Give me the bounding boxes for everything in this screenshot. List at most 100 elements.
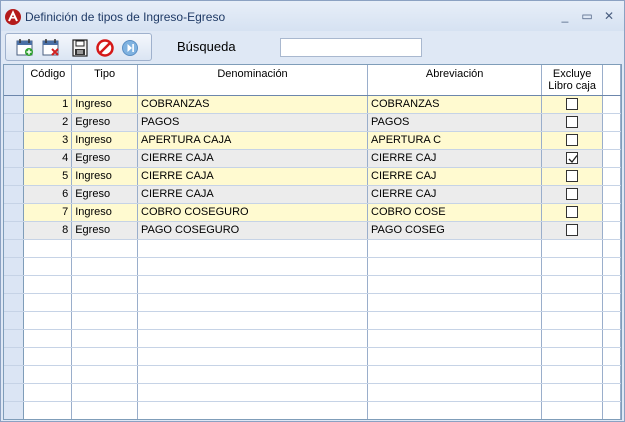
row-selector[interactable] [4,239,25,258]
empty-row[interactable] [4,329,621,348]
empty-cell[interactable] [23,257,73,276]
delete-record-icon[interactable] [41,38,61,58]
cell-codigo[interactable]: 8 [23,221,73,240]
empty-cell[interactable] [137,275,369,294]
empty-cell[interactable] [367,383,543,402]
empty-row[interactable] [4,239,621,258]
empty-cell[interactable] [367,347,543,366]
empty-cell[interactable] [541,329,604,348]
cell-abreviacion[interactable]: COBRANZAS [367,95,543,114]
empty-cell[interactable] [71,311,139,330]
cell-denominacion[interactable]: CIERRE CAJA [137,185,369,204]
column-header-codigo[interactable]: Código [23,65,73,96]
row-selector[interactable] [4,167,25,186]
empty-cell[interactable] [137,401,369,419]
empty-cell[interactable] [367,293,543,312]
excluye-checkbox[interactable] [566,98,579,111]
empty-cell[interactable] [137,239,369,258]
empty-cell[interactable] [71,275,139,294]
row-selector[interactable] [4,275,25,294]
cell-codigo[interactable]: 4 [23,149,73,168]
empty-cell[interactable] [367,257,543,276]
cell-tipo[interactable]: Ingreso [71,95,139,114]
empty-cell[interactable] [137,365,369,384]
empty-cell[interactable] [367,329,543,348]
excluye-checkbox[interactable] [566,116,579,129]
cell-excluye[interactable] [541,113,604,132]
table-row[interactable]: 5 Ingreso CIERRE CAJA CIERRE CAJ [4,167,621,186]
cell-excluye[interactable] [541,203,604,222]
empty-cell[interactable] [541,383,604,402]
cell-tipo[interactable]: Egreso [71,185,139,204]
cell-abreviacion[interactable]: PAGO COSEG [367,221,543,240]
save-icon[interactable] [70,38,90,58]
empty-cell[interactable] [71,257,139,276]
column-header-abreviacion[interactable]: Abreviación [367,65,543,96]
row-selector[interactable] [4,383,25,402]
excluye-checkbox[interactable] [566,134,579,147]
table-row[interactable]: 1 Ingreso COBRANZAS COBRANZAS [4,95,621,114]
empty-cell[interactable] [23,383,73,402]
excluye-checkbox[interactable] [566,152,579,165]
cell-codigo[interactable]: 2 [23,113,73,132]
row-selector[interactable] [4,95,25,114]
empty-cell[interactable] [71,383,139,402]
empty-row[interactable] [4,257,621,276]
empty-cell[interactable] [71,239,139,258]
excluye-checkbox[interactable] [566,170,579,183]
row-selector[interactable] [4,311,25,330]
cell-abreviacion[interactable]: PAGOS [367,113,543,132]
column-header-tipo[interactable]: Tipo [71,65,139,96]
table-row[interactable]: 7 Ingreso COBRO COSEGURO COBRO COSE [4,203,621,222]
empty-cell[interactable] [541,239,604,258]
empty-cell[interactable] [71,401,139,419]
row-selector[interactable] [4,365,25,384]
cell-tipo[interactable]: Ingreso [71,203,139,222]
empty-row[interactable] [4,311,621,330]
empty-cell[interactable] [367,401,543,419]
table-row[interactable]: 3 Ingreso APERTURA CAJA APERTURA C [4,131,621,150]
new-record-icon[interactable] [15,38,35,58]
row-selector[interactable] [4,257,25,276]
cell-excluye[interactable] [541,167,604,186]
row-selector[interactable] [4,113,25,132]
cell-abreviacion[interactable]: COBRO COSE [367,203,543,222]
empty-cell[interactable] [137,311,369,330]
empty-cell[interactable] [541,257,604,276]
cell-abreviacion[interactable]: APERTURA C [367,131,543,150]
cell-excluye[interactable] [541,131,604,150]
empty-cell[interactable] [71,329,139,348]
empty-row[interactable] [4,365,621,384]
cell-excluye[interactable] [541,95,604,114]
cell-denominacion[interactable]: PAGOS [137,113,369,132]
empty-cell[interactable] [71,293,139,312]
empty-cell[interactable] [137,257,369,276]
table-row[interactable]: 4 Egreso CIERRE CAJA CIERRE CAJ [4,149,621,168]
empty-cell[interactable] [23,239,73,258]
close-button[interactable]: ✕ [599,7,619,25]
cell-codigo[interactable]: 1 [23,95,73,114]
empty-cell[interactable] [137,293,369,312]
empty-cell[interactable] [367,311,543,330]
empty-cell[interactable] [23,329,73,348]
cell-denominacion[interactable]: CIERRE CAJA [137,167,369,186]
column-header-denominacion[interactable]: Denominación [137,65,369,96]
row-selector[interactable] [4,401,25,419]
empty-cell[interactable] [137,329,369,348]
empty-cell[interactable] [541,293,604,312]
cell-abreviacion[interactable]: CIERRE CAJ [367,149,543,168]
empty-cell[interactable] [23,293,73,312]
empty-cell[interactable] [23,347,73,366]
empty-cell[interactable] [23,275,73,294]
empty-cell[interactable] [137,383,369,402]
cell-denominacion[interactable]: CIERRE CAJA [137,149,369,168]
row-selector[interactable] [4,149,25,168]
empty-cell[interactable] [137,347,369,366]
row-selector[interactable] [4,329,25,348]
cell-codigo[interactable]: 7 [23,203,73,222]
empty-cell[interactable] [541,275,604,294]
empty-cell[interactable] [23,365,73,384]
cell-tipo[interactable]: Egreso [71,113,139,132]
row-selector[interactable] [4,185,25,204]
cell-codigo[interactable]: 3 [23,131,73,150]
